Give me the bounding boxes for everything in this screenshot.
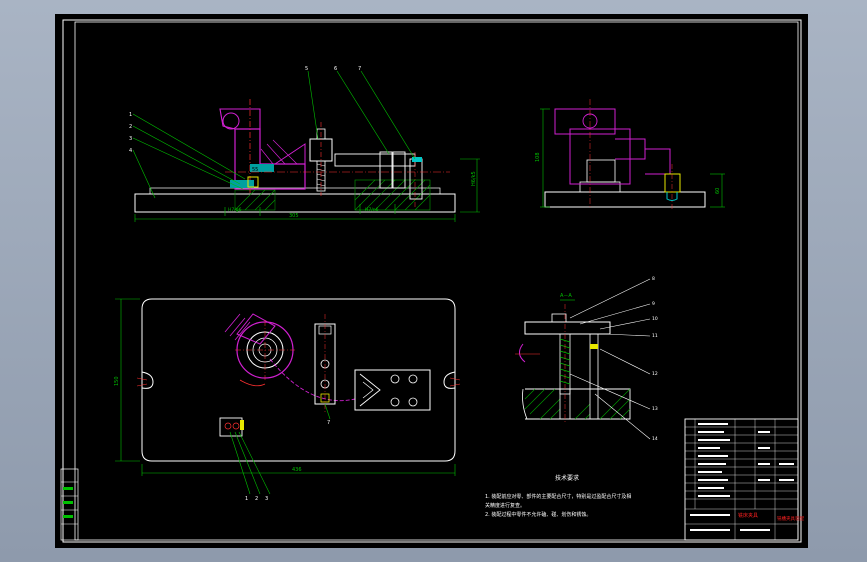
- detail-callout-8: 8: [652, 276, 655, 282]
- detail-callout-10: 10: [652, 316, 658, 322]
- callout-6: 6: [334, 66, 337, 72]
- drawing-sheet: 55 1 2 3 4 5 6 7 305 H6/k5 H7/g6 H7/n6 1…: [55, 14, 808, 548]
- plan-view: 1 2 3 7 436 150: [114, 298, 461, 502]
- plan-callout-2: 2: [255, 496, 258, 502]
- dim-fit-a: H7/g6: [228, 207, 242, 213]
- inner-frame: [74, 21, 799, 541]
- plan-callout-1: 1: [245, 496, 248, 502]
- notes-title: 技术要求: [555, 474, 579, 482]
- note-line-3: 2. 装配过程中零件不允许磕、碰、划伤和锈蚀。: [485, 511, 591, 518]
- technical-requirements: 技术要求 1. 装配前应对零、部件的主要配合尺寸，特别是过盈配合尺寸及相 关精度…: [485, 474, 631, 518]
- callout-5: 5: [305, 66, 308, 72]
- title-red-1: 铣床夹具: [738, 512, 758, 519]
- callout-4: 4: [129, 148, 132, 154]
- plan-callout-3: 3: [265, 496, 268, 502]
- plan-callout-7: 7: [327, 420, 330, 426]
- base-outline: [141, 298, 456, 462]
- front-view: 55 1 2 3 4 5 6 7 305 H6/k5 H7/g6 H7/n6: [129, 66, 480, 222]
- base-plate: [134, 193, 456, 213]
- detail-callout-9: 9: [652, 301, 655, 307]
- title-red-2: 铣槽夹具装配: [777, 515, 804, 522]
- callout-1: 1: [129, 112, 132, 118]
- outer-frame: [62, 19, 802, 543]
- dim-fit-b: H7/n6: [365, 207, 379, 213]
- callout-7: 7: [358, 66, 361, 72]
- callout-2: 2: [129, 124, 132, 130]
- cad-viewport[interactable]: 55 1 2 3 4 5 6 7 305 H6/k5 H7/g6 H7/n6 1…: [0, 0, 867, 562]
- detail-callout-11: 11: [652, 333, 658, 339]
- detail-callout-12: 12: [652, 371, 658, 377]
- note-line-2: 关精度进行复查。: [485, 502, 525, 509]
- detail-view: A－A 8 9 10 11 12 13 14: [515, 276, 658, 442]
- title-block: 铣床夹具 铣槽夹具装配: [684, 418, 804, 541]
- note-line-1: 1. 装配前应对零、部件的主要配合尺寸，特别是过盈配合尺寸及相: [485, 493, 631, 500]
- front-leaders: [132, 70, 416, 199]
- plan-dim-length: 436: [292, 467, 302, 473]
- side-dim-height: 108: [535, 152, 541, 162]
- plan-dim-width: 150: [114, 376, 120, 386]
- side-view: 108 60: [535, 99, 725, 209]
- front-dims: [134, 158, 480, 222]
- dim-height: H6/k5: [471, 171, 477, 186]
- detail-callout-13: 13: [652, 406, 658, 412]
- left-stamp-strip: [60, 468, 79, 541]
- section-label: A－A: [560, 293, 572, 299]
- side-dim-small: 60: [715, 188, 721, 194]
- detail-callout-14: 14: [652, 436, 658, 442]
- assembly-drawing: 55 1 2 3 4 5 6 7 305 H6/k5 H7/g6 H7/n6 1…: [60, 19, 804, 543]
- callout-3: 3: [129, 136, 132, 142]
- dim-length: 305: [289, 213, 299, 219]
